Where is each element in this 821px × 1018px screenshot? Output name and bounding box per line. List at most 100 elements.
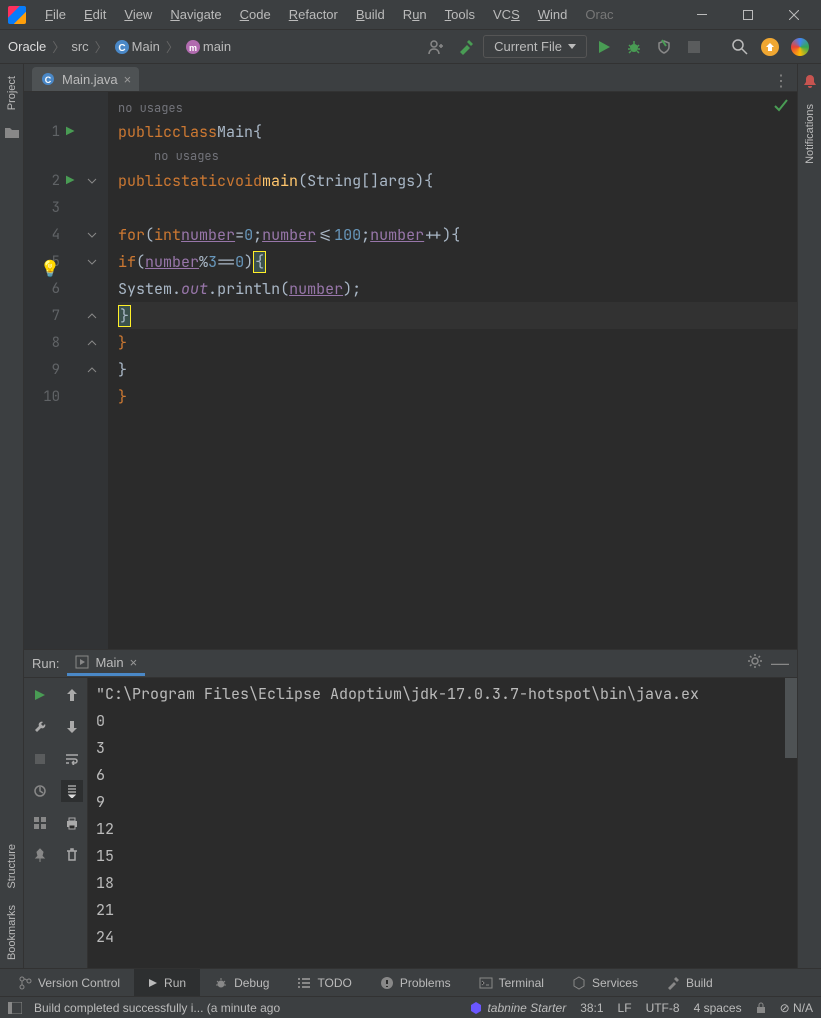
status-lock[interactable] xyxy=(756,1002,766,1014)
tab-menu-button[interactable]: ⋮ xyxy=(765,71,797,91)
rail-bookmarks[interactable]: Bookmarks xyxy=(6,897,18,968)
menu-refactor[interactable]: Refactor xyxy=(280,3,347,26)
run-tab-label: Main xyxy=(95,655,123,670)
editor-zone: C Main.java × ⋮ 1▶ 2▶ 3 4 5 6 7 8 9 10 xyxy=(24,64,797,968)
menu-code[interactable]: Code xyxy=(231,3,280,26)
dump-button[interactable] xyxy=(29,780,51,802)
status-caret[interactable]: 38:1 xyxy=(580,1001,603,1015)
run-hide-button[interactable]: — xyxy=(771,653,789,674)
menu-file[interactable]: File xyxy=(36,3,75,26)
run-tab-close[interactable]: × xyxy=(130,655,138,670)
scrollbar[interactable] xyxy=(785,678,797,758)
rail-notifications[interactable]: Notifications xyxy=(804,96,816,172)
toolwin-icon[interactable] xyxy=(8,1002,22,1014)
usage-hint[interactable]: no usages xyxy=(118,145,797,167)
close-button[interactable] xyxy=(771,0,817,30)
btab-todo[interactable]: TODO xyxy=(283,969,365,996)
code-area[interactable]: no usages public class Main { no usages … xyxy=(108,92,797,649)
debug-button[interactable] xyxy=(621,34,647,60)
menu-edit[interactable]: Edit xyxy=(75,3,115,26)
fold-icon[interactable] xyxy=(82,230,102,240)
layout-button[interactable] xyxy=(29,812,51,834)
search-button[interactable] xyxy=(727,34,753,60)
stop-button2[interactable] xyxy=(29,748,51,770)
btab-problems[interactable]: Problems xyxy=(366,969,465,996)
tab-close-button[interactable]: × xyxy=(124,72,132,87)
fold-icon[interactable] xyxy=(82,176,102,186)
btab-debug[interactable]: Debug xyxy=(200,969,283,996)
tabnine-status[interactable]: tabnine Starter xyxy=(469,1001,566,1015)
stop-button[interactable] xyxy=(681,34,707,60)
breadcrumb-method[interactable]: main xyxy=(203,39,231,54)
print-button[interactable] xyxy=(61,812,83,834)
run-settings-button[interactable] xyxy=(747,653,763,674)
breadcrumb-class[interactable]: Main xyxy=(132,39,160,54)
console-output[interactable]: "C:\Program Files\Eclipse Adoptium\jdk-1… xyxy=(88,678,797,968)
svg-text:C: C xyxy=(118,43,125,54)
rerun-button[interactable] xyxy=(29,684,51,706)
btab-run[interactable]: Run xyxy=(134,969,200,996)
maximize-icon xyxy=(743,10,753,20)
fold-end-icon[interactable] xyxy=(82,365,102,375)
menu-build[interactable]: Build xyxy=(347,3,394,26)
run-config-dropdown[interactable]: Current File xyxy=(483,35,587,58)
check-icon[interactable] xyxy=(773,98,789,114)
run-button[interactable] xyxy=(591,34,617,60)
btab-terminal[interactable]: Terminal xyxy=(465,969,558,996)
status-encoding[interactable]: UTF-8 xyxy=(646,1001,680,1015)
layout-icon xyxy=(33,816,47,830)
minimize-button[interactable] xyxy=(679,0,725,30)
wrench-button[interactable] xyxy=(29,716,51,738)
editor-body[interactable]: 1▶ 2▶ 3 4 5 6 7 8 9 10 no usages public … xyxy=(24,92,797,649)
fold-end-icon[interactable] xyxy=(82,338,102,348)
btab-vcs[interactable]: Version Control xyxy=(4,969,134,996)
up-button[interactable] xyxy=(61,684,83,706)
rail-project[interactable]: Project xyxy=(6,68,18,118)
svg-text:C: C xyxy=(45,75,52,85)
left-rail: Project Structure Bookmarks xyxy=(0,64,24,968)
bug-icon xyxy=(626,39,642,55)
scroll-end-button[interactable] xyxy=(61,780,83,802)
menu-oracle[interactable]: Orac xyxy=(576,3,622,26)
search-icon xyxy=(732,39,748,55)
file-tab-main[interactable]: C Main.java × xyxy=(32,67,139,91)
status-readonly[interactable]: ⊘ N/A xyxy=(780,1001,813,1015)
pin-button[interactable] xyxy=(29,844,51,866)
hammer-button[interactable] xyxy=(453,34,479,60)
bell-icon[interactable] xyxy=(800,72,820,92)
btab-build[interactable]: Build xyxy=(652,969,727,996)
updates-button[interactable] xyxy=(757,34,783,60)
fold-icon[interactable] xyxy=(82,257,102,267)
run-gutter-icon[interactable]: ▶ xyxy=(66,172,82,190)
menu-tools[interactable]: Tools xyxy=(436,3,484,26)
console-line: 12 xyxy=(96,819,789,846)
run-gutter-icon[interactable]: ▶ xyxy=(66,123,82,141)
user-add-button[interactable] xyxy=(423,34,449,60)
status-lf[interactable]: LF xyxy=(618,1001,632,1015)
usage-hint[interactable]: no usages xyxy=(118,98,797,118)
btab-services[interactable]: Services xyxy=(558,969,652,996)
menu-window[interactable]: Wind xyxy=(529,3,577,26)
folder-icon[interactable] xyxy=(2,122,22,142)
breadcrumb-src[interactable]: src xyxy=(71,39,88,54)
rail-structure[interactable]: Structure xyxy=(6,836,18,897)
fold-end-icon[interactable] xyxy=(82,311,102,321)
wrap-button[interactable] xyxy=(61,748,83,770)
coverage-button[interactable] xyxy=(651,34,677,60)
maximize-button[interactable] xyxy=(725,0,771,30)
code-line: } xyxy=(118,383,797,410)
menu-navigate[interactable]: Navigate xyxy=(161,3,230,26)
branch-icon xyxy=(18,976,32,990)
status-indent[interactable]: 4 spaces xyxy=(694,1001,742,1015)
arrow-up-icon xyxy=(761,38,779,56)
breadcrumb-project[interactable]: Oracle xyxy=(8,39,46,54)
menu-run[interactable]: Run xyxy=(394,3,436,26)
plugin-button[interactable] xyxy=(787,34,813,60)
menu-vcs[interactable]: VCS xyxy=(484,3,529,26)
menu-view[interactable]: View xyxy=(115,3,161,26)
clear-button[interactable] xyxy=(61,844,83,866)
lightbulb-icon[interactable]: 💡 xyxy=(40,258,60,279)
run-tab-main[interactable]: Main × xyxy=(67,652,145,676)
app-icon xyxy=(8,6,26,24)
down-button[interactable] xyxy=(61,716,83,738)
